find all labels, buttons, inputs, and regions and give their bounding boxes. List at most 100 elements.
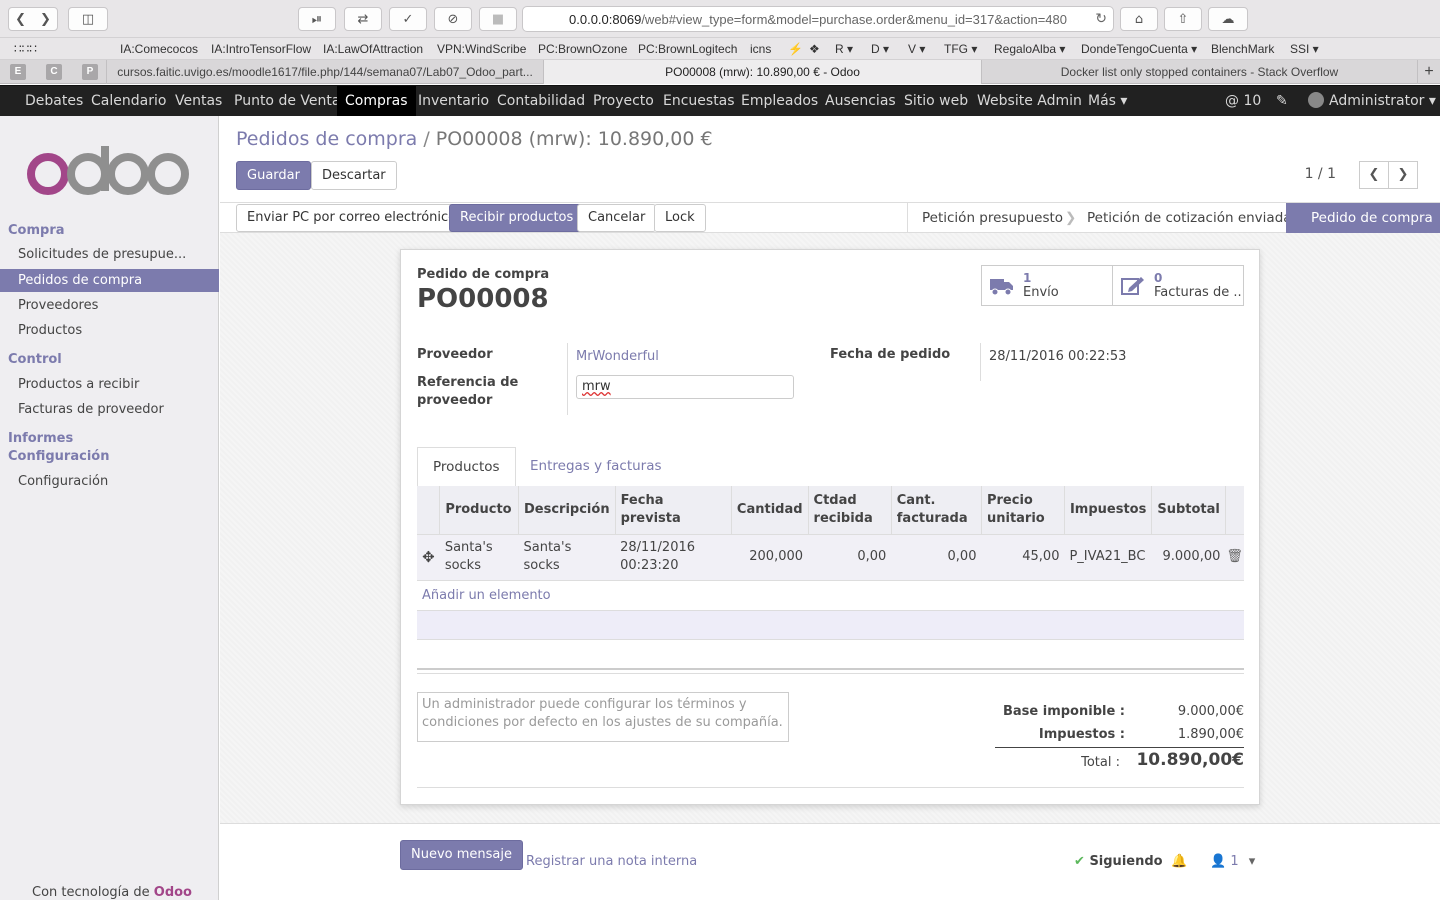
sidebar-section-control[interactable]: Control xyxy=(8,352,62,367)
sidebar-item-productos-recibir[interactable]: Productos a recibir xyxy=(0,373,219,396)
menu-website-admin[interactable]: Website Admin xyxy=(969,86,1090,117)
bookmark[interactable]: IA:IntroTensorFlow xyxy=(211,42,311,56)
bookmark[interactable]: SSI ▾ xyxy=(1290,42,1319,56)
bookmark[interactable]: IA:LawOfAttraction xyxy=(323,42,423,56)
pinned-tab[interactable]: E xyxy=(10,64,26,80)
smart-button-shipments[interactable]: 1 Envío xyxy=(981,265,1113,306)
ghost-button[interactable]: ■ xyxy=(479,7,517,31)
mentions-counter[interactable]: @ 10 xyxy=(1217,86,1269,117)
tab-productos[interactable]: Productos xyxy=(417,447,516,487)
receive-products-button[interactable]: Recibir productos xyxy=(449,204,585,232)
smart-button-invoices[interactable]: 0 Facturas de ... xyxy=(1112,265,1244,306)
menu-contabilidad[interactable]: Contabilidad xyxy=(489,86,593,117)
menu-empleados[interactable]: Empleados xyxy=(733,86,826,117)
sidebar-item-solicitudes[interactable]: Solicitudes de presupue... xyxy=(0,243,219,266)
column-header[interactable]: Cant. facturada xyxy=(890,486,982,534)
share-button[interactable]: ⇧ xyxy=(1164,7,1202,31)
bookmark[interactable]: TFG ▾ xyxy=(944,42,977,56)
extension-button-1[interactable]: ⏯ xyxy=(298,7,336,31)
column-header[interactable]: Producto xyxy=(439,486,519,534)
pager-previous-button[interactable]: ❮ xyxy=(1359,161,1389,189)
apps-grid-icon[interactable]: ∷∷∷ xyxy=(14,42,37,56)
extension-button-2[interactable]: ⇄ xyxy=(344,7,382,31)
menu-mas[interactable]: Más ▾ xyxy=(1080,86,1135,117)
bookmark[interactable]: PC:BrownLogitech xyxy=(638,42,737,56)
user-menu[interactable]: Administrator ▾ xyxy=(1300,86,1440,117)
table-row[interactable]: ✥ Santa's socks Santa's socks 28/11/2016… xyxy=(417,533,1244,581)
bookmark[interactable]: PC:BrownOzone xyxy=(538,42,627,56)
menu-ausencias[interactable]: Ausencias xyxy=(817,86,904,117)
line-taxes[interactable]: P_IVA21_BC xyxy=(1064,533,1152,581)
lock-button[interactable]: Lock xyxy=(654,204,706,232)
line-invoiced[interactable]: 0,00 xyxy=(891,533,982,581)
pinned-tab[interactable]: C xyxy=(46,64,62,80)
reload-icon[interactable]: ↻ xyxy=(1095,10,1107,27)
column-header[interactable]: Fecha prevista xyxy=(614,486,732,534)
menu-ventas[interactable]: Ventas xyxy=(167,86,230,117)
sidebar-item-configuracion[interactable]: Configuración xyxy=(0,470,219,493)
menu-encuestas[interactable]: Encuestas xyxy=(655,86,743,117)
sidebar-section-compra[interactable]: Compra xyxy=(8,223,65,238)
chat-icon[interactable]: ✎ xyxy=(1268,86,1296,117)
back-icon[interactable]: ❮ xyxy=(15,12,26,27)
line-received[interactable]: 0,00 xyxy=(808,533,892,581)
line-quantity[interactable]: 200,000 xyxy=(731,533,809,581)
column-header[interactable]: Cantidad xyxy=(730,486,809,534)
drag-handle-icon[interactable]: ✥ xyxy=(417,533,440,581)
discard-button[interactable]: Descartar xyxy=(311,161,397,190)
save-button[interactable]: Guardar xyxy=(236,161,311,190)
stage-peticion-enviada[interactable]: Petición de cotización enviada xyxy=(1087,203,1292,233)
sidebar-section-informes[interactable]: Informes xyxy=(8,431,73,446)
bookmark[interactable]: icns xyxy=(750,42,771,56)
bookmark[interactable]: R ▾ xyxy=(835,42,853,56)
add-line-link[interactable]: Añadir un elemento xyxy=(422,588,551,603)
column-header[interactable]: Ctdad recibida xyxy=(807,486,892,534)
bell-icon[interactable]: 🔔 xyxy=(1171,854,1187,869)
stage-peticion-presupuesto[interactable]: Petición presupuesto xyxy=(922,203,1063,233)
bookmark[interactable]: RegaloAlba ▾ xyxy=(994,42,1065,56)
browser-tab[interactable]: Docker list only stopped containers - St… xyxy=(982,60,1418,84)
sidebar-item-productos[interactable]: Productos xyxy=(0,319,219,342)
home-button[interactable]: ⌂ xyxy=(1120,7,1158,31)
blocker-button[interactable]: ⊘ xyxy=(434,7,472,31)
pinned-tab[interactable]: P xyxy=(82,64,98,80)
sidebar-item-pedidos[interactable]: Pedidos de compra xyxy=(0,269,219,292)
bookmark[interactable]: ❖ xyxy=(809,42,820,56)
column-header[interactable]: Impuestos xyxy=(1063,486,1152,534)
cancel-order-button[interactable]: Cancelar xyxy=(577,204,657,232)
line-unit-price[interactable]: 45,00 xyxy=(981,533,1065,581)
line-product[interactable]: Santa's socks xyxy=(439,533,519,581)
browser-tab[interactable]: cursos.faitic.uvigo.es/moodle1617/file.p… xyxy=(106,60,544,84)
menu-sitio-web[interactable]: Sitio web xyxy=(896,86,976,117)
menu-calendario[interactable]: Calendario xyxy=(83,86,174,117)
supplier-value[interactable]: MrWonderful xyxy=(576,349,659,364)
browser-tab-active[interactable]: PO00008 (mrw): 10.890,00 € - Odoo xyxy=(544,60,982,84)
bookmark[interactable]: IA:Comecocos xyxy=(120,42,198,56)
log-note-link[interactable]: Registrar una nota interna xyxy=(526,854,697,869)
followers-dropdown[interactable]: 👤 1 ▾ xyxy=(1210,854,1255,869)
line-date[interactable]: 28/11/2016 00:23:20 xyxy=(615,533,732,581)
sidebar-item-facturas-proveedor[interactable]: Facturas de proveedor xyxy=(0,398,219,421)
trash-icon[interactable]: 🗑 xyxy=(1225,533,1244,581)
pager-next-button[interactable]: ❯ xyxy=(1388,161,1418,189)
bookmark[interactable]: DondeTengoCuenta ▾ xyxy=(1081,42,1197,56)
sidebar-item-proveedores[interactable]: Proveedores xyxy=(0,294,219,317)
menu-inventario[interactable]: Inventario xyxy=(410,86,497,117)
menu-debates[interactable]: Debates xyxy=(17,86,91,117)
menu-punto-de-venta[interactable]: Punto de Venta xyxy=(226,86,348,117)
new-message-button[interactable]: Nuevo mensaje xyxy=(400,840,523,870)
pocket-button[interactable]: ✓ xyxy=(389,7,427,31)
following-toggle[interactable]: ✔ Siguiendo 🔔 xyxy=(1074,854,1187,869)
bookmark[interactable]: D ▾ xyxy=(871,42,889,56)
tab-entregas-facturas[interactable]: Entregas y facturas xyxy=(515,447,677,487)
breadcrumb-parent[interactable]: Pedidos de compra xyxy=(236,128,417,150)
send-email-button[interactable]: Enviar PC por correo electrónico xyxy=(236,204,468,232)
column-header[interactable]: Subtotal xyxy=(1151,486,1226,534)
back-forward-buttons[interactable]: ❮ ❯ xyxy=(8,7,58,31)
icloud-button[interactable]: ☁ xyxy=(1208,7,1248,31)
order-date-value[interactable]: 28/11/2016 00:22:53 xyxy=(989,349,1126,364)
column-header[interactable]: Descripción xyxy=(518,486,616,534)
powered-brand[interactable]: Odoo xyxy=(154,885,192,900)
bookmark[interactable]: VPN:WindScribe xyxy=(437,42,526,56)
new-tab-icon[interactable]: + xyxy=(1418,60,1440,84)
